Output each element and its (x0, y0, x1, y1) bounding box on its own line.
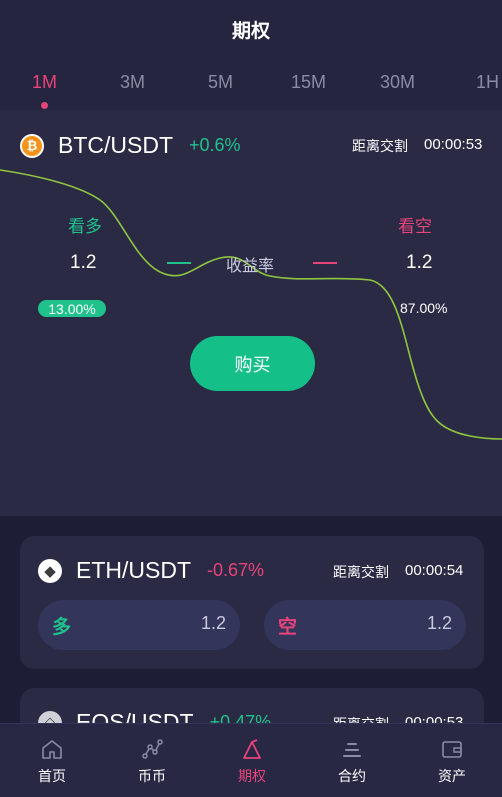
eth-pair-row: ◆ ETH/USDT -0.67% (38, 557, 264, 584)
long-value: 1.2 (200, 613, 226, 633)
long-label: 多 (52, 616, 72, 638)
nav-item-home[interactable]: 首页 (2, 724, 102, 797)
countdown-label: 距离交割 (352, 139, 408, 155)
pair-name: ETH/USDT (76, 557, 191, 583)
contract-icon (343, 743, 361, 757)
nav-label: 币币 (138, 769, 166, 785)
nav-item-contract[interactable]: 合约 (302, 724, 402, 797)
ethereum-icon: ◆ (38, 558, 62, 583)
rate-label: 收益率 (226, 256, 275, 275)
nav-label: 首页 (38, 769, 66, 785)
wallet-icon (442, 741, 462, 758)
bull-percentage-bar: 13.00% (38, 300, 106, 317)
bear-label: 看空 (398, 217, 432, 237)
countdown-value: 00:00:54 (405, 562, 464, 579)
page-title: 期权 (231, 19, 270, 42)
tab-3m[interactable]: 3M (120, 72, 145, 93)
short-label: 空 (278, 616, 298, 638)
timeframe-tabs: 1M 3M 5M 15M 30M 1H (0, 58, 502, 110)
header: 期权 (0, 0, 502, 58)
nav-label: 资产 (438, 769, 466, 785)
bear-percentage: 87.00% (400, 300, 448, 316)
bitcoin-icon: ₿ (20, 133, 44, 158)
countdown-value: 00:00:53 (424, 136, 483, 153)
tab-15m[interactable]: 15M (291, 72, 326, 93)
bull-dash (167, 262, 191, 264)
bottom-nav: 首页 币币 期权 合约 资产 (0, 723, 502, 797)
short-button[interactable]: 空 1.2 (264, 600, 466, 650)
main-pair-row[interactable]: ₿ BTC/USDT +0.6% (20, 132, 241, 159)
short-value: 1.2 (426, 613, 452, 633)
countdown-label: 距离交割 (333, 565, 389, 581)
bull-value: 1.2 (70, 252, 97, 273)
price-change: +0.6% (189, 135, 241, 155)
main-option-card: ₿ BTC/USDT +0.6% 距离交割 00:00:53 看多 看空 1.2… (0, 110, 502, 516)
active-tab-indicator (41, 102, 48, 109)
nav-item-assets[interactable]: 资产 (402, 724, 502, 797)
pair-name: BTC/USDT (58, 132, 173, 158)
tab-1m[interactable]: 1M (32, 72, 57, 93)
long-button[interactable]: 多 1.2 (38, 600, 240, 650)
coin-trade-icon (142, 739, 163, 759)
buy-button[interactable]: 购买 (190, 336, 315, 391)
price-change: -0.67% (207, 560, 265, 580)
nav-label: 期权 (238, 769, 266, 785)
nav-item-options[interactable]: 期权 (202, 724, 302, 797)
buy-button-label: 购买 (234, 354, 271, 376)
tab-30m[interactable]: 30M (380, 72, 415, 93)
nav-label: 合约 (338, 769, 366, 785)
tab-1h[interactable]: 1H (476, 72, 499, 93)
nav-item-coin-trade[interactable]: 币币 (102, 724, 202, 797)
bull-label: 看多 (68, 217, 102, 237)
bear-dash (313, 262, 337, 264)
tab-5m[interactable]: 5M (208, 72, 233, 93)
option-card-eth[interactable]: ◆ ETH/USDT -0.67% 距离交割 00:00:54 多 1.2 空 … (20, 536, 484, 669)
options-icon (243, 739, 261, 759)
home-icon (42, 740, 62, 759)
bear-value: 1.2 (406, 252, 433, 273)
